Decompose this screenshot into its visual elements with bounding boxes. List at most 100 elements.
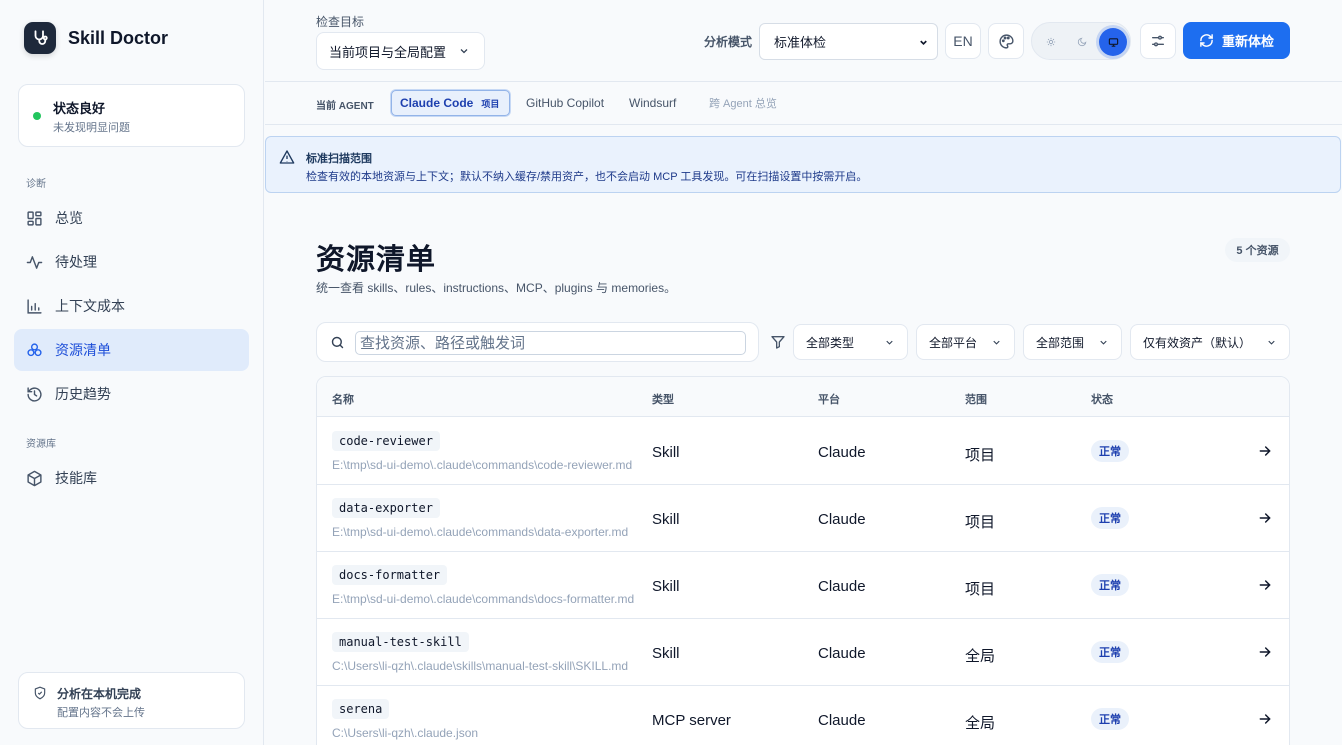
column-header-name[interactable]: 名称 [332,391,354,407]
filter-value: 仅有效资产（默认） [1143,335,1252,350]
footer-title: 分析在本机完成 [57,687,142,701]
page-title: 资源清单 [316,244,437,276]
resource-scope: 全局 [965,715,996,732]
monitor-icon[interactable] [1099,28,1127,56]
resource-path: C:\Users\li-qzh\.claude.json [332,726,479,740]
table-header: 名称 类型 平台 范围 状态 [317,377,1289,417]
sun-icon[interactable] [1037,28,1065,56]
brand-name: Skill Doctor [68,27,169,48]
topbar: 检查目标 当前项目与全局配置 分析模式 标准体检 EN 重新体检 [265,0,1342,82]
section-label-library: 资源库 [26,439,56,450]
type-filter[interactable]: 全部类型 [793,324,908,360]
platform-filter[interactable]: 全部平台 [916,324,1015,360]
arrow-right-icon[interactable] [1257,510,1273,526]
target-label: 检查目标 [316,15,365,29]
banner-text: 检查有效的本地资源与上下文；默认不纳入缓存/禁用资产，也不会启动 MCP 工具发… [306,171,868,183]
column-header-status[interactable]: 状态 [1091,391,1113,407]
arrow-right-icon[interactable] [1257,443,1273,459]
chevron-down-icon [920,40,927,46]
moon-icon[interactable] [1068,28,1096,56]
resource-name: docs-formatter [332,565,448,585]
scan-settings-button[interactable] [1140,23,1176,59]
sidebar-item-label: 技能库 [55,470,97,486]
validity-filter[interactable]: 仅有效资产（默认） [1130,324,1290,360]
table-row[interactable]: manual-test-skill C:\Users\li-qzh\.claud… [317,619,1289,686]
filter-value: 全部范围 [1036,335,1085,350]
search-icon [331,336,344,349]
agent-tabs: 当前 AGENT Claude Code 项目 GitHub Copilot W… [265,83,1342,125]
banner-title: 标准扫描范围 [306,153,372,165]
palette-icon [998,33,1014,49]
search-input[interactable] [355,331,746,355]
resource-name: code-reviewer [332,431,440,451]
history-icon [27,386,42,402]
table-row[interactable]: code-reviewer E:\tmp\sd-ui-demo\.claude\… [317,418,1289,485]
mode-label: 分析模式 [704,35,753,49]
sidebar-item-context-cost[interactable]: 上下文成本 [14,285,249,327]
tab-claude-code[interactable]: Claude Code 项目 [391,90,510,116]
resource-platform: Claude [818,578,866,595]
status-card: 状态良好 未发现明显问题 [18,84,245,147]
stethoscope-icon [24,22,56,54]
status-badge: 正常 [1091,708,1129,730]
sidebar-item-pending[interactable]: 待处理 [14,241,249,283]
resource-platform: Claude [818,645,866,662]
sidebar-item-label: 资源清单 [55,342,111,358]
palette-button[interactable] [988,23,1024,59]
status-badge: 正常 [1091,440,1129,462]
rescan-label: 重新体检 [1221,34,1274,49]
brand[interactable]: Skill Doctor [24,22,168,54]
sidebar-item-history[interactable]: 历史趋势 [14,373,249,415]
resource-type: Skill [652,645,680,662]
chevron-down-icon [1268,340,1275,345]
language-button[interactable]: EN [945,23,981,59]
activity-icon [26,255,43,269]
tab-github-copilot[interactable]: GitHub Copilot [526,90,604,116]
table-row[interactable]: docs-formatter E:\tmp\sd-ui-demo\.claude… [317,552,1289,619]
status-title: 状态良好 [53,101,106,116]
status-badge: 正常 [1091,507,1129,529]
refresh-icon [1200,34,1213,47]
tab-windsurf[interactable]: Windsurf [629,90,676,116]
theme-switcher [1031,22,1131,60]
arrow-right-icon[interactable] [1257,711,1273,727]
section-label-diagnose: 诊断 [26,179,46,190]
mode-select[interactable]: 标准体检 [759,23,938,60]
resources-icon [27,342,42,356]
package-icon [27,470,42,486]
resource-type: Skill [652,444,680,461]
warning-icon [279,150,295,164]
status-subtitle: 未发现明显问题 [53,122,130,134]
page-subtitle: 统一查看 skills、rules、instructions、MCP、plugi… [316,281,677,295]
tab-tag: 项目 [481,98,500,109]
scope-filter[interactable]: 全部范围 [1023,324,1122,360]
status-badge: 正常 [1091,641,1129,663]
resource-count-badge: 5 个资源 [1225,238,1290,262]
resource-path: E:\tmp\sd-ui-demo\.claude\commands\code-… [332,458,633,472]
rescan-button[interactable]: 重新体检 [1183,22,1290,59]
target-value: 当前项目与全局配置 [329,44,447,60]
resource-platform: Claude [818,444,866,461]
sidebar-item-overview[interactable]: 总览 [14,197,249,239]
resource-type: Skill [652,578,680,595]
table-row[interactable]: serena C:\Users\li-qzh\.claude.json MCP … [317,686,1289,745]
resource-table: 名称 类型 平台 范围 状态 code-reviewer E:\tmp\sd-u… [316,376,1290,745]
arrow-right-icon[interactable] [1257,577,1273,593]
column-header-platform[interactable]: 平台 [818,391,840,407]
chevron-down-icon [886,340,893,345]
tab-cross-agent[interactable]: 跨 Agent 总览 [709,90,777,116]
status-dot [33,112,41,120]
table-row[interactable]: data-exporter E:\tmp\sd-ui-demo\.claude\… [317,485,1289,552]
sidebar-item-skill-library[interactable]: 技能库 [14,457,249,499]
resource-platform: Claude [818,712,866,729]
local-analysis-card: 分析在本机完成 配置内容不会上传 [18,672,245,729]
sidebar-item-resources[interactable]: 资源清单 [14,329,249,371]
target-select[interactable]: 当前项目与全局配置 [316,32,485,70]
sliders-icon [1152,35,1164,47]
resource-platform: Claude [818,511,866,528]
column-header-scope[interactable]: 范围 [965,391,987,407]
arrow-right-icon[interactable] [1257,644,1273,660]
column-header-type[interactable]: 类型 [652,391,674,407]
resource-path: E:\tmp\sd-ui-demo\.claude\commands\data-… [332,525,629,539]
resource-path: C:\Users\li-qzh\.claude\skills\manual-te… [332,659,629,673]
